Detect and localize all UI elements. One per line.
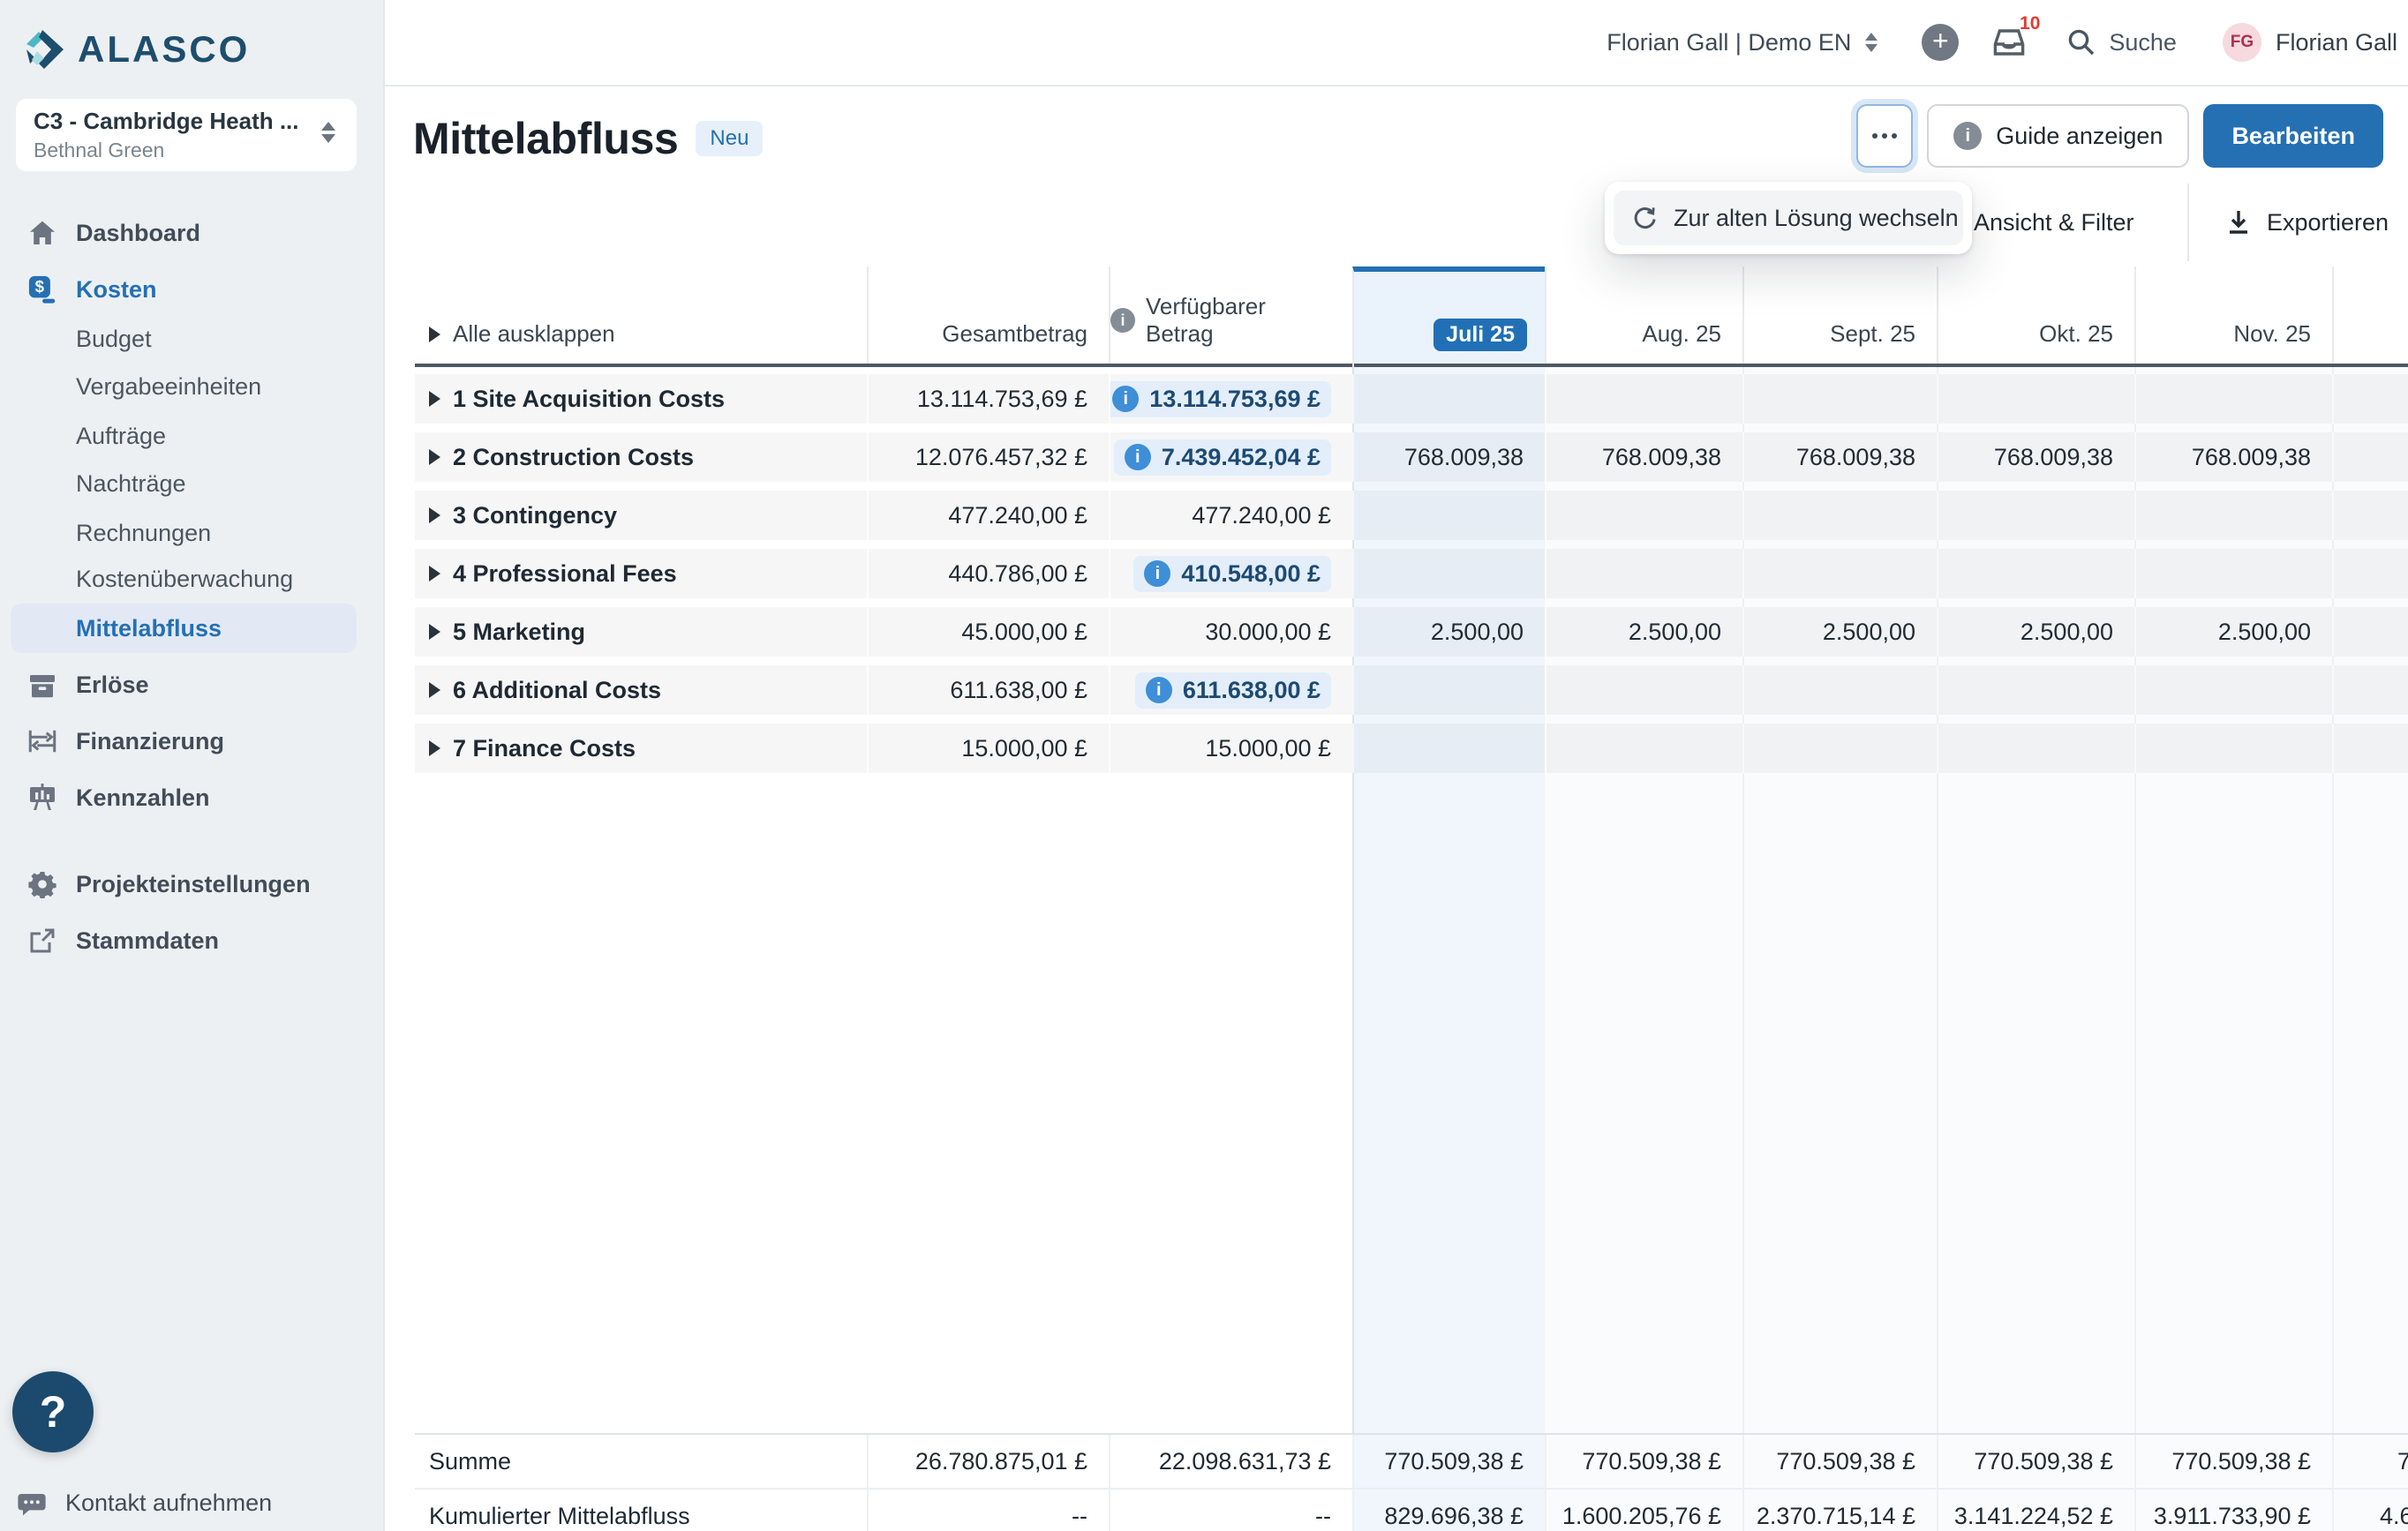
expand-all-button[interactable]: Alle ausklappen — [415, 320, 615, 364]
sidebar-item-nachtraege[interactable]: Nachträge — [11, 459, 357, 508]
col-header-nov: Nov. 25 — [2233, 320, 2332, 364]
add-button[interactable]: + — [1922, 24, 1959, 61]
expand-row-icon[interactable] — [429, 507, 440, 523]
available-amount-chip[interactable]: i410.548,00 £ — [1133, 556, 1331, 592]
cashflow-table: Alle ausklappen Gesamtbetrag iVerfügbare… — [415, 266, 2408, 1531]
current-month-pill: Juli 25 — [1434, 319, 1527, 351]
info-icon: i — [1125, 444, 1151, 470]
table-header: Alle ausklappen Gesamtbetrag iVerfügbare… — [415, 266, 2408, 367]
new-badge: Neu — [696, 121, 763, 156]
contact-button[interactable]: Kontakt aufnehmen — [0, 1482, 385, 1528]
col-header-juli: Juli 25 — [1352, 266, 1545, 364]
sidebar-item-erloese[interactable]: Erlöse — [11, 660, 357, 709]
topbar: Florian Gall | Demo EN + 10 — [385, 0, 2408, 86]
home-icon — [28, 218, 56, 248]
sum-row: Summe 26.780.875,01 £ 22.098.631,73 £ 77… — [415, 1435, 2408, 1488]
edit-button[interactable]: Bearbeiten — [2203, 104, 2383, 168]
sidebar-item-auftraege[interactable]: Aufträge — [11, 411, 357, 461]
cumulative-row: Kumulierter Mittelabfluss -- -- 829.696,… — [415, 1490, 2408, 1531]
refresh-icon — [1631, 205, 1658, 231]
sidebar-item-projekteinstellungen[interactable]: Projekteinstellungen — [11, 859, 357, 909]
table-row: 6 Additional Costs 611.638,00 £ i611.638… — [415, 665, 2408, 715]
project-name: C3 - Cambridge Heath ... — [34, 108, 339, 135]
more-options-button[interactable] — [1856, 104, 1913, 168]
col-header-aug: Aug. 25 — [1642, 320, 1742, 364]
sidebar-item-kostenueberwachung[interactable]: Kostenüberwachung — [11, 554, 357, 604]
archive-icon — [28, 670, 56, 700]
expand-row-icon[interactable] — [429, 566, 440, 582]
expand-row-icon[interactable] — [429, 391, 440, 407]
alasco-logo-icon — [21, 26, 67, 72]
available-amount-chip[interactable]: i7.439.452,04 £ — [1114, 439, 1331, 476]
user-name: Florian Gall — [2276, 29, 2397, 56]
toolbar-divider — [2187, 184, 2189, 261]
show-guide-button[interactable]: i Guide anzeigen — [1927, 104, 2189, 168]
svg-text:$: $ — [35, 277, 45, 296]
avatar[interactable]: FG — [2223, 23, 2261, 62]
sidebar-item-kennzahlen[interactable]: Kennzahlen — [11, 773, 357, 822]
app-window: ALASCO C3 - Cambridge Heath ... Bethnal … — [0, 0, 2408, 1531]
expand-row-icon[interactable] — [429, 624, 440, 640]
download-icon — [2224, 208, 2253, 236]
help-button[interactable]: ? — [12, 1371, 94, 1452]
more-options-menu: Zur alten Lösung wechseln — [1605, 182, 1972, 254]
export-button[interactable]: Exportieren — [2224, 198, 2389, 247]
search-button[interactable]: Suche — [2066, 27, 2177, 57]
expand-row-icon[interactable] — [429, 449, 440, 465]
col-header-verfuegbarer-betrag: iVerfügbarer Betrag — [1110, 293, 1352, 364]
sidebar-item-stammdaten[interactable]: Stammdaten — [11, 916, 357, 965]
alasco-logo-text: ALASCO — [78, 28, 250, 71]
info-icon: i — [1953, 122, 1982, 150]
project-selector-chevrons-icon — [321, 122, 335, 143]
external-link-icon — [28, 926, 56, 956]
gear-icon — [28, 869, 56, 899]
info-icon: i — [1144, 560, 1170, 587]
workspace-name: Florian Gall | Demo EN — [1607, 29, 1851, 56]
table-row: 2 Construction Costs 12.076.457,32 £ i7.… — [415, 432, 2408, 482]
expand-row-icon[interactable] — [429, 740, 440, 756]
table-summary: Summe 26.780.875,01 £ 22.098.631,73 £ 77… — [415, 1433, 2408, 1531]
chat-bubble-icon — [18, 1490, 46, 1520]
switch-to-old-solution-item[interactable]: Zur alten Lösung wechseln — [1614, 191, 1963, 245]
table-body: 1 Site Acquisition Costs 13.114.753,69 £… — [415, 374, 2408, 782]
search-icon — [2066, 27, 2096, 57]
table-row: 3 Contingency 477.240,00 £ 477.240,00 £ — [415, 491, 2408, 540]
notifications-button[interactable]: 10 — [1990, 26, 2028, 59]
workspace-chevrons-icon — [1865, 33, 1877, 52]
col-header-sept: Sept. 25 — [1830, 320, 1937, 364]
available-amount-chip[interactable]: i611.638,00 £ — [1135, 672, 1331, 709]
sidebar-item-vergabeeinheiten[interactable]: Vergabeeinheiten — [11, 362, 357, 411]
table-row: 5 Marketing 45.000,00 £ 30.000,00 £ 2.50… — [415, 607, 2408, 657]
expand-row-icon[interactable] — [429, 682, 440, 698]
sidebar-item-dashboard[interactable]: Dashboard — [11, 208, 357, 258]
caret-right-icon — [429, 326, 440, 342]
page-title: Mittelabfluss — [413, 113, 678, 164]
main-content: Mittelabfluss Neu i Guide anzeigen Bearb… — [385, 86, 2408, 1531]
notification-count-badge: 10 — [2020, 13, 2040, 34]
available-amount-chip[interactable]: i13.114.753,69 £ — [1109, 381, 1331, 417]
table-row: 7 Finance Costs 15.000,00 £ 15.000,00 £ — [415, 724, 2408, 773]
sidebar-item-kosten[interactable]: $ Kosten — [11, 265, 357, 314]
costs-pound-icon: $ — [28, 274, 56, 304]
col-header-okt: Okt. 25 — [2039, 320, 2134, 364]
kpi-board-icon — [28, 783, 56, 813]
info-icon[interactable]: i — [1110, 308, 1135, 333]
info-icon: i — [1146, 677, 1172, 703]
project-selector[interactable]: C3 - Cambridge Heath ... Bethnal Green — [16, 99, 357, 171]
sidebar-item-rechnungen[interactable]: Rechnungen — [11, 508, 357, 558]
info-icon: i — [1112, 386, 1139, 412]
sidebar-item-mittelabfluss[interactable]: Mittelabfluss — [11, 604, 357, 653]
col-header-gesamtbetrag: Gesamtbetrag — [942, 320, 1109, 364]
sidebar-item-finanzierung[interactable]: Finanzierung — [11, 717, 357, 766]
sidebar: ALASCO C3 - Cambridge Heath ... Bethnal … — [0, 0, 385, 1531]
project-location: Bethnal Green — [34, 139, 339, 162]
sidebar-item-budget[interactable]: Budget — [11, 314, 357, 364]
alasco-logo: ALASCO — [21, 26, 250, 72]
workspace-switcher[interactable]: Florian Gall | Demo EN — [1607, 29, 1877, 56]
table-row: 4 Professional Fees 440.786,00 £ i410.54… — [415, 549, 2408, 598]
table-row: 1 Site Acquisition Costs 13.114.753,69 £… — [415, 374, 2408, 424]
transfer-arrows-icon — [28, 726, 56, 756]
